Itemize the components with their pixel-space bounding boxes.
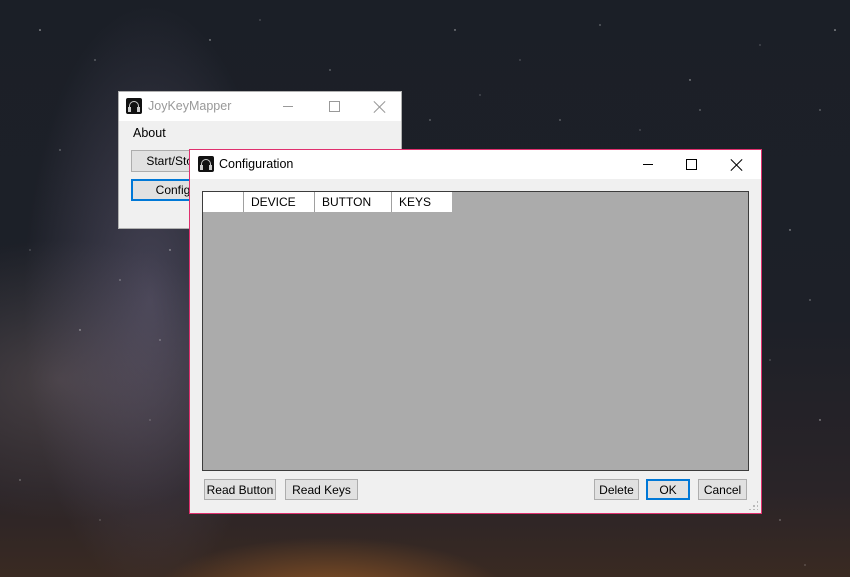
minimize-icon bbox=[643, 164, 653, 165]
close-button[interactable] bbox=[714, 150, 760, 179]
column-header-device[interactable]: DEVICE bbox=[244, 192, 315, 212]
close-icon bbox=[374, 101, 386, 113]
maximize-icon bbox=[685, 159, 697, 170]
maximize-button[interactable] bbox=[311, 92, 357, 121]
delete-button[interactable]: Delete bbox=[594, 479, 639, 500]
resize-grip-icon[interactable] bbox=[748, 500, 758, 510]
minimize-button[interactable] bbox=[625, 150, 671, 179]
maximize-button[interactable] bbox=[668, 150, 714, 179]
column-header-keys[interactable]: KEYS bbox=[392, 192, 452, 212]
headphones-icon bbox=[198, 156, 214, 172]
config-titlebar[interactable]: Configuration bbox=[190, 150, 761, 179]
read-keys-button[interactable]: Read Keys bbox=[285, 479, 358, 500]
cancel-button[interactable]: Cancel bbox=[698, 479, 747, 500]
main-window-title: JoyKeyMapper bbox=[148, 99, 232, 113]
menu-item-about[interactable]: About bbox=[133, 126, 166, 140]
headphones-icon bbox=[126, 98, 142, 114]
main-titlebar[interactable]: JoyKeyMapper bbox=[119, 92, 401, 121]
configuration-window: Configuration DEVICE BUTTON KEYS Read Bu… bbox=[189, 149, 762, 514]
minimize-icon bbox=[283, 106, 293, 107]
grid-row-header-corner bbox=[203, 192, 244, 212]
close-icon bbox=[731, 159, 743, 171]
ok-button[interactable]: OK bbox=[646, 479, 690, 500]
column-header-button[interactable]: BUTTON bbox=[315, 192, 392, 212]
close-button[interactable] bbox=[357, 92, 403, 121]
mapping-grid[interactable]: DEVICE BUTTON KEYS bbox=[202, 191, 749, 471]
config-window-title: Configuration bbox=[219, 157, 294, 171]
read-button-button[interactable]: Read Button bbox=[204, 479, 276, 500]
minimize-button[interactable] bbox=[265, 92, 311, 121]
maximize-icon bbox=[328, 101, 340, 112]
